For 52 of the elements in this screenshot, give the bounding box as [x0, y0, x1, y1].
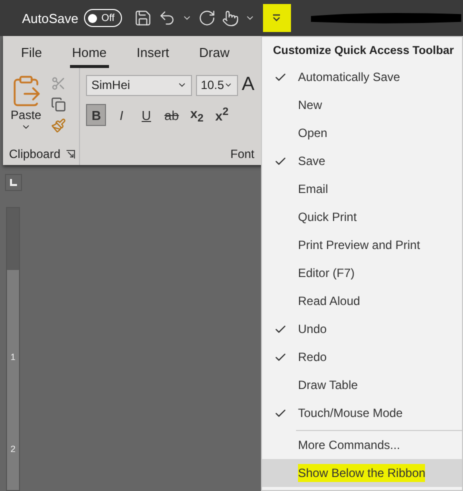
save-icon[interactable] [134, 9, 152, 27]
redo-icon[interactable] [198, 9, 216, 27]
check-icon [274, 322, 286, 336]
group-label: Font [230, 147, 254, 161]
ribbon-tab[interactable]: Draw [197, 45, 232, 68]
ribbon-tab[interactable]: Insert [134, 45, 172, 68]
dropdown-arrow-icon [272, 14, 282, 22]
menu-item[interactable]: Redo [262, 343, 462, 371]
menu-item[interactable]: Touch/Mouse Mode [262, 399, 462, 427]
autosave-label: AutoSave [22, 10, 78, 26]
copy-icon[interactable] [51, 97, 66, 112]
format-button[interactable]: U [136, 104, 156, 126]
menu-item[interactable]: Open [262, 119, 462, 147]
autosave-toggle[interactable]: Off [84, 9, 122, 27]
menu-title: Customize Quick Access Toolbar [272, 44, 455, 59]
format-button[interactable]: B [86, 104, 106, 126]
undo-icon[interactable] [158, 9, 176, 27]
command-label: Show Below the Ribbon [298, 464, 426, 482]
command-label: More Commands... [298, 437, 400, 454]
ruler-number: 1 [9, 352, 16, 362]
menu-item[interactable]: Email [262, 175, 462, 203]
format-button[interactable]: I [111, 104, 132, 126]
menu-item[interactable]: New [262, 91, 462, 119]
menu-item[interactable]: Save [262, 147, 462, 175]
menu-item[interactable]: Quick Print [262, 203, 462, 231]
check-icon [274, 350, 286, 364]
ruler-number: 2 [9, 444, 16, 454]
group-label: Clipboard [9, 147, 60, 161]
menu-item[interactable]: Undo [262, 315, 462, 343]
hand-pointer-icon[interactable] [222, 10, 239, 26]
tab-stop-icon[interactable] [5, 174, 22, 191]
ribbon-tab[interactable]: File [19, 45, 44, 68]
check-icon [274, 70, 286, 84]
customize-toolbar-button[interactable] [262, 4, 291, 32]
grow-font-button[interactable]: A [242, 74, 254, 96]
check-icon [274, 154, 286, 168]
menu-item[interactable]: Draw Table [262, 371, 462, 399]
font-name-dropdown[interactable]: SimHei [86, 74, 192, 96]
menu-item[interactable]: Editor (F7) [262, 259, 462, 287]
menu-item[interactable]: Print Preview and Print [262, 231, 462, 259]
menu-command[interactable]: More Commands... [262, 431, 462, 459]
launcher-icon[interactable] [66, 150, 76, 158]
font-size-dropdown[interactable]: 10.5 [196, 74, 238, 96]
format-button[interactable]: x$_{2}$ [186, 104, 207, 126]
menu-command[interactable]: Show Below the Ribbon [262, 459, 462, 487]
paste-label[interactable]: Paste [10, 108, 42, 122]
ribbon-tab[interactable]: Home [70, 45, 109, 68]
menu-item[interactable]: Read Aloud [262, 287, 462, 315]
check-icon [274, 406, 286, 420]
menu-item[interactable]: Automatically Save [262, 63, 462, 91]
format-button[interactable]: ab [161, 104, 182, 126]
format-button[interactable]: x$^{2}$ [212, 104, 232, 126]
